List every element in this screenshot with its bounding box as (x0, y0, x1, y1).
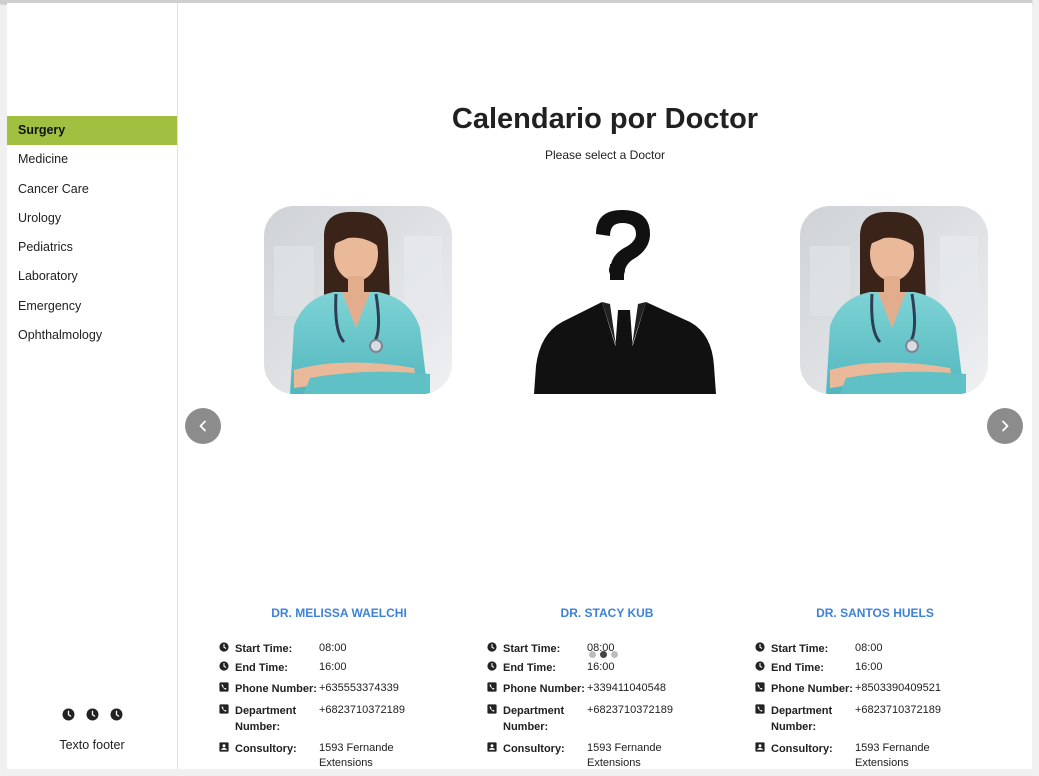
department-number-label: Department Number: (235, 705, 297, 733)
start-time-row: Start Time: 08:00 (755, 641, 985, 657)
contact-icon (219, 741, 235, 771)
carousel-next-button[interactable] (987, 408, 1023, 444)
phone-icon (755, 703, 771, 735)
sidebar-item-surgery[interactable]: Surgery (7, 116, 177, 146)
clock-icon (219, 641, 235, 657)
consultory-row: Consultory: 1593 Fernande Extensions (219, 741, 449, 771)
department-number-label: Department Number: (771, 705, 833, 733)
main-content: Calendario por Doctor Please select a Do… (178, 3, 1032, 769)
start-time-label: Start Time: (771, 643, 829, 655)
clock-icon[interactable] (110, 708, 123, 721)
department-number-row: Department Number: +6823710372189 (755, 703, 985, 735)
phone-icon (755, 681, 771, 697)
page-title: Calendario por Doctor (451, 103, 759, 135)
consultory-value: 1593 Fernande Extensions (319, 742, 394, 769)
sidebar-item-medicine[interactable]: Medicine (7, 145, 177, 174)
end-time-value: 16:00 (587, 661, 615, 673)
sidebar-item-cancer-care[interactable]: Cancer Care (7, 175, 177, 204)
end-time-row: End Time: 16:00 (487, 660, 717, 676)
sidebar-nav: Surgery Medicine Cancer Care Urology Ped… (7, 116, 177, 350)
app-frame: Surgery Medicine Cancer Care Urology Ped… (7, 3, 1032, 769)
chevron-right-icon (1002, 420, 1009, 432)
phone-number-row: Phone Number: +8503390409521 (755, 681, 985, 697)
phone-number-value: +339411040548 (587, 682, 667, 694)
end-time-value: 16:00 (855, 661, 883, 673)
sidebar-footer-text: Texto footer (59, 738, 125, 752)
doctor-name[interactable]: DR. MELISSA WAELCHI (219, 606, 459, 620)
carousel-pagination (589, 651, 618, 658)
phone-number-row: Phone Number: +635553374339 (219, 681, 449, 697)
start-time-value: 08:00 (855, 642, 883, 654)
doctor-name[interactable]: DR. SANTOS HUELS (755, 606, 995, 620)
doctor-photo-nurse[interactable] (264, 206, 452, 394)
phone-number-label: Phone Number: (235, 683, 317, 695)
consultory-row: Consultory: 1593 Fernande Extensions (487, 741, 717, 771)
consultory-value: 1593 Fernande Extensions (587, 742, 662, 769)
department-number-value: +6823710372189 (587, 704, 673, 716)
end-time-label: End Time: (771, 662, 824, 674)
start-time-label: Start Time: (503, 643, 561, 655)
doctor-name[interactable]: DR. STACY KUB (487, 606, 727, 620)
sidebar-item-urology[interactable]: Urology (7, 204, 177, 233)
phone-number-value: +635553374339 (319, 682, 399, 694)
department-number-row: Department Number: +6823710372189 (219, 703, 449, 735)
end-time-row: End Time: 16:00 (755, 660, 985, 676)
department-number-value: +6823710372189 (319, 704, 405, 716)
phone-number-label: Phone Number: (771, 683, 853, 695)
doctor-photo-nurse[interactable] (800, 206, 988, 394)
clock-icon (219, 660, 235, 676)
consultory-label: Consultory: (503, 743, 565, 755)
phone-icon (487, 681, 503, 697)
contact-icon (487, 741, 503, 771)
phone-icon (219, 681, 235, 697)
clock-icon (487, 660, 503, 676)
department-number-row: Department Number: +6823710372189 (487, 703, 717, 735)
carousel-prev-button[interactable] (185, 408, 221, 444)
start-time-row: Start Time: 08:00 (219, 641, 449, 657)
end-time-label: End Time: (503, 662, 556, 674)
consultory-label: Consultory: (235, 743, 297, 755)
carousel-dot-active[interactable] (600, 651, 607, 658)
clock-icon[interactable] (62, 708, 75, 721)
phone-number-label: Phone Number: (503, 683, 585, 695)
sidebar-item-ophthalmology[interactable]: Ophthalmology (7, 321, 177, 350)
end-time-row: End Time: 16:00 (219, 660, 449, 676)
sidebar: Surgery Medicine Cancer Care Urology Ped… (7, 3, 178, 769)
consultory-value: 1593 Fernande Extensions (855, 742, 930, 769)
phone-number-value: +8503390409521 (855, 682, 941, 694)
start-time-label: Start Time: (235, 643, 293, 655)
page-subtitle: Please select a Doctor (544, 148, 666, 162)
sidebar-footer-icons (7, 708, 177, 721)
sidebar-item-emergency[interactable]: Emergency (7, 292, 177, 321)
carousel-dot[interactable] (611, 651, 618, 658)
clock-icon (487, 641, 503, 657)
doctor-photo-unknown[interactable] (532, 206, 720, 394)
department-number-label: Department Number: (503, 705, 565, 733)
phone-icon (487, 703, 503, 735)
start-time-value: 08:00 (319, 642, 347, 654)
end-time-value: 16:00 (319, 661, 347, 673)
end-time-label: End Time: (235, 662, 288, 674)
chevron-left-icon (199, 420, 206, 432)
contact-icon (755, 741, 771, 771)
department-number-value: +6823710372189 (855, 704, 941, 716)
sidebar-item-pediatrics[interactable]: Pediatrics (7, 233, 177, 262)
sidebar-item-laboratory[interactable]: Laboratory (7, 262, 177, 291)
consultory-row: Consultory: 1593 Fernande Extensions (755, 741, 985, 771)
phone-number-row: Phone Number: +339411040548 (487, 681, 717, 697)
clock-icon[interactable] (86, 708, 99, 721)
clock-icon (755, 641, 771, 657)
consultory-label: Consultory: (771, 743, 833, 755)
clock-icon (755, 660, 771, 676)
phone-icon (219, 703, 235, 735)
carousel-dot[interactable] (589, 651, 596, 658)
